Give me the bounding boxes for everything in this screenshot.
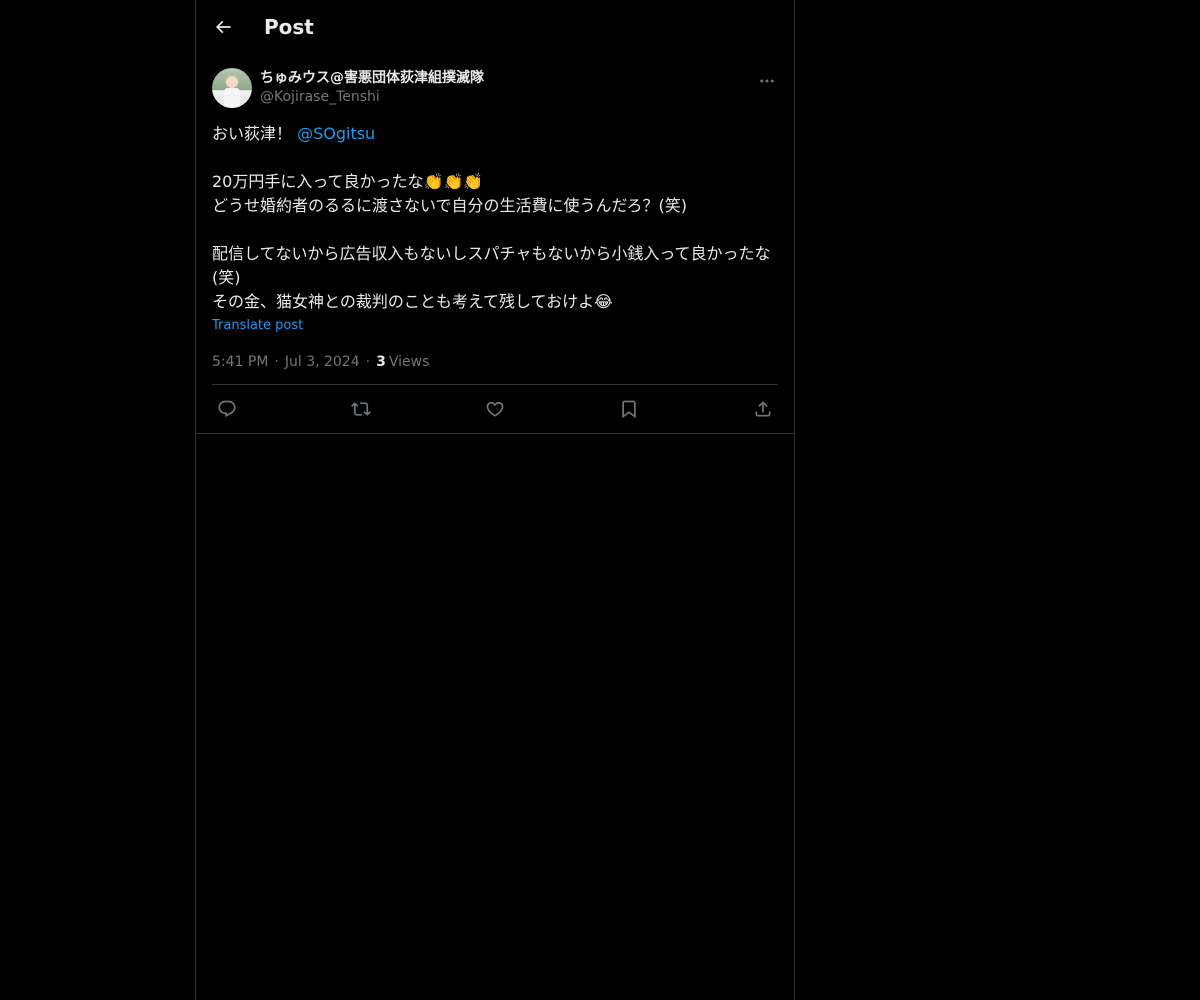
post-date[interactable]: Jul 3, 2024: [285, 354, 360, 370]
reply-button[interactable]: [216, 398, 238, 420]
avatar[interactable]: [212, 68, 252, 108]
action-bar: [212, 385, 778, 433]
bookmark-button[interactable]: [618, 398, 640, 420]
author-names: ちゅみウス@害悪団体荻津組撲滅隊 @Kojirase_Tenshi: [260, 69, 484, 107]
post-text: おい荻津！ @SOgitsu 20万円手に入って良かったな👏👏👏 どうせ婚約者の…: [212, 122, 778, 314]
more-options-button[interactable]: [756, 70, 778, 92]
page-header: Post: [196, 0, 794, 54]
mention-link[interactable]: @SOgitsu: [297, 124, 375, 143]
views-label: Views: [388, 353, 430, 370]
repost-button[interactable]: [350, 398, 372, 420]
post-article: ちゅみウス@害悪団体荻津組撲滅隊 @Kojirase_Tenshi おい荻津！ …: [196, 64, 794, 434]
post-time[interactable]: 5:41 PM: [212, 354, 268, 370]
page-title: Post: [264, 15, 314, 39]
share-button[interactable]: [752, 398, 774, 420]
like-button[interactable]: [484, 398, 506, 420]
author-display-name[interactable]: ちゅみウス@害悪団体荻津組撲滅隊: [260, 69, 484, 88]
views-count: 3: [376, 353, 386, 370]
author-handle[interactable]: @Kojirase_Tenshi: [260, 88, 484, 107]
arrow-left-icon: [213, 17, 233, 37]
translate-post-link[interactable]: Translate post: [212, 318, 303, 333]
author-row: ちゅみウス@害悪団体荻津組撲滅隊 @Kojirase_Tenshi: [212, 64, 778, 112]
reply-icon: [217, 399, 237, 419]
meta-separator: ·: [274, 353, 279, 370]
share-icon: [753, 399, 773, 419]
more-horizontal-icon: [758, 72, 776, 90]
repost-icon: [351, 399, 371, 419]
post-text-body: 20万円手に入って良かったな👏👏👏 どうせ婚約者のるるに渡さないで自分の生活費に…: [212, 172, 771, 311]
post-meta: 5:41 PM · Jul 3, 2024 · 3 Views: [212, 351, 778, 385]
bookmark-icon: [619, 399, 639, 419]
back-button[interactable]: [212, 16, 234, 38]
meta-separator: ·: [365, 353, 371, 370]
heart-icon: [485, 399, 505, 419]
post-column: Post ちゅみウス@害悪団体荻津組撲滅隊 @Kojirase_Tenshi お…: [195, 0, 795, 1000]
post-text-prefix: おい荻津！: [212, 124, 298, 143]
